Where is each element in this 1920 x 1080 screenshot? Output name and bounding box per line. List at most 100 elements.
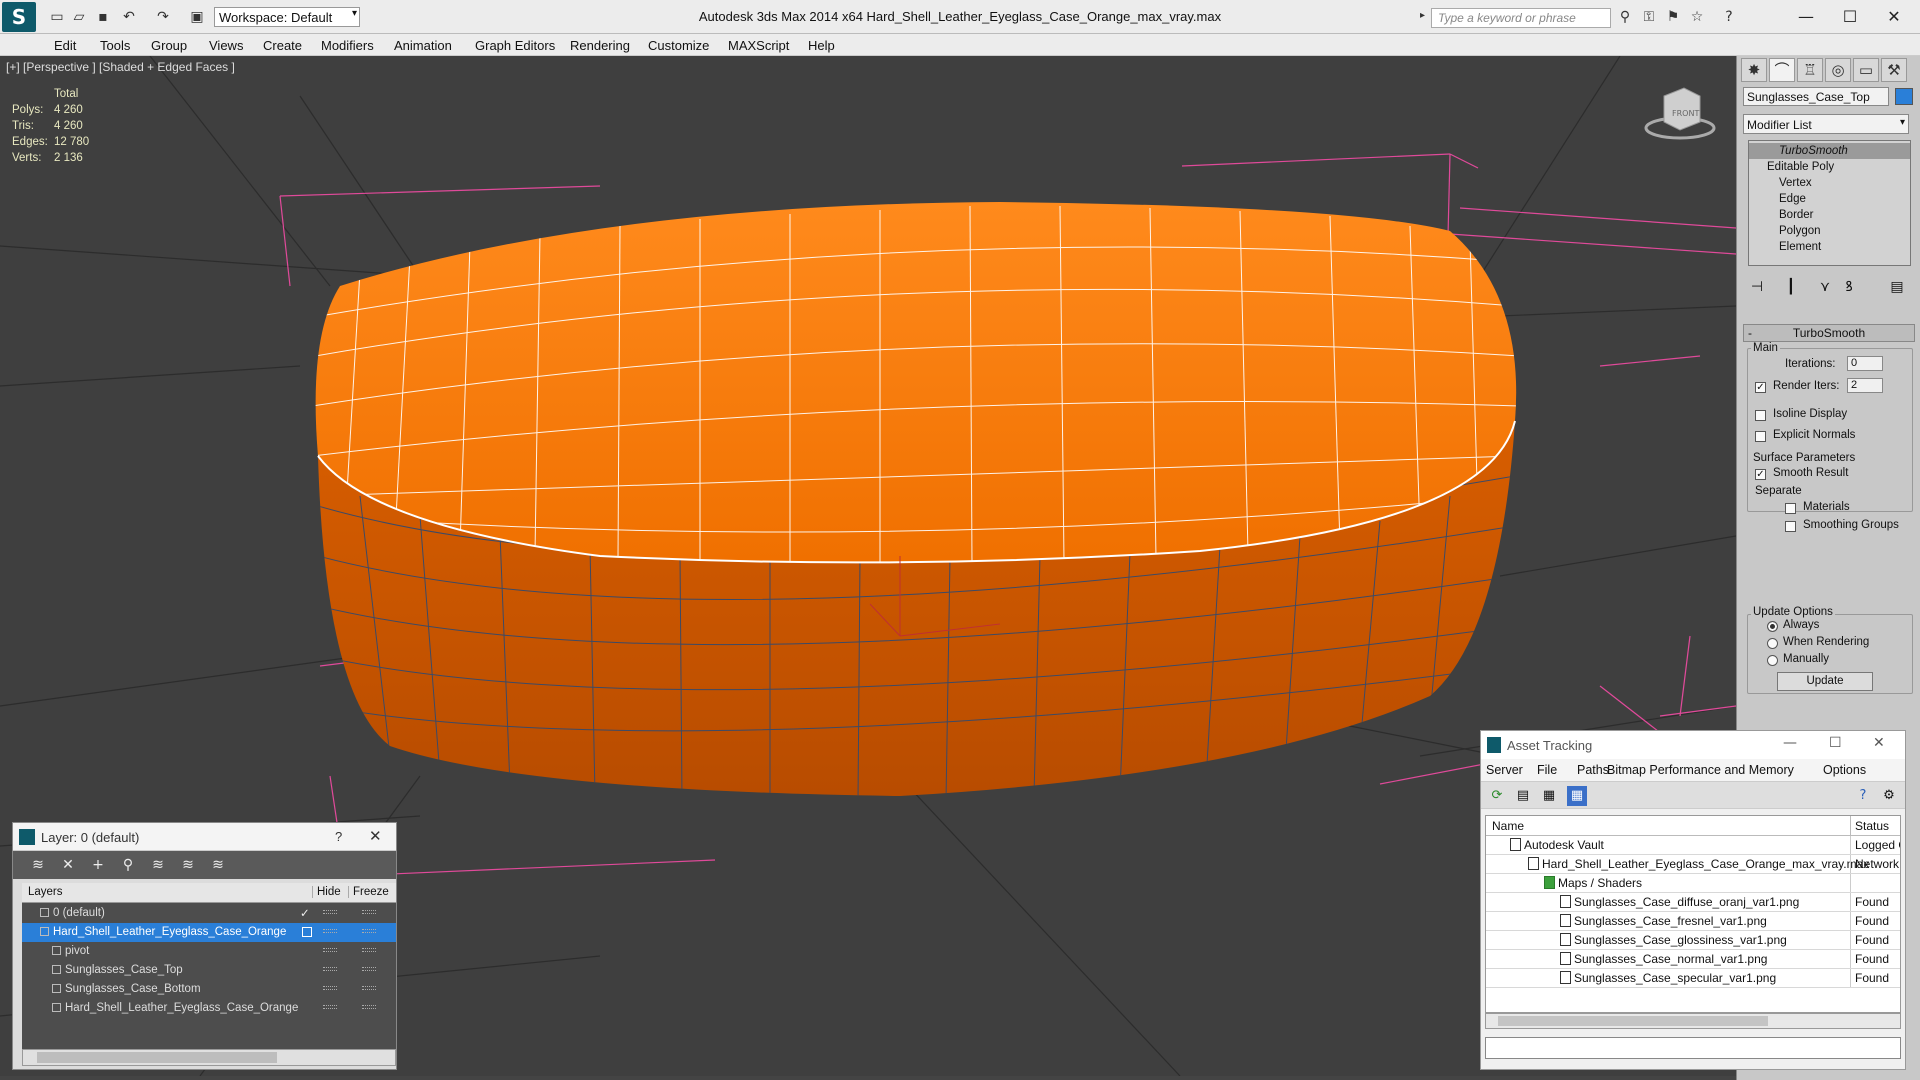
- menu-help[interactable]: Help: [808, 38, 835, 53]
- add-layer-icon[interactable]: +: [87, 855, 109, 875]
- stack-item-editable-poly[interactable]: Editable Poly: [1749, 159, 1910, 175]
- help-icon[interactable]: ?: [335, 829, 342, 844]
- update-button[interactable]: Update: [1777, 672, 1873, 691]
- hide-toggle[interactable]: [323, 1005, 337, 1009]
- asset-row[interactable]: Sunglasses_Case_glossiness_var1.png Found: [1486, 931, 1900, 950]
- grid-view-icon[interactable]: ▦: [1567, 786, 1587, 806]
- hide-toggle[interactable]: [323, 929, 337, 933]
- stack-item-edge[interactable]: Edge: [1749, 191, 1910, 207]
- select-objects-icon[interactable]: ⚲: [117, 855, 139, 875]
- asset-row[interactable]: Hard_Shell_Leather_Eyeglass_Case_Orange_…: [1486, 855, 1900, 874]
- freeze-toggle[interactable]: [362, 1005, 376, 1009]
- menu-file[interactable]: File: [1537, 763, 1557, 777]
- asset-row[interactable]: Sunglasses_Case_diffuse_oranj_var1.png Fo…: [1486, 893, 1900, 912]
- menu-create[interactable]: Create: [263, 38, 302, 53]
- status-column[interactable]: Status: [1850, 816, 1893, 835]
- always-radio[interactable]: [1767, 621, 1778, 632]
- maximize-icon[interactable]: ☐: [1830, 5, 1870, 29]
- asset-row[interactable]: Sunglasses_Case_specular_var1.png Found: [1486, 969, 1900, 988]
- case-top-mesh[interactable]: [315, 202, 1517, 563]
- show-end-result-icon[interactable]: ┃: [1779, 276, 1803, 298]
- stack-item-border[interactable]: Border: [1749, 207, 1910, 223]
- remove-modifier-icon[interactable]: ꝸ: [1837, 276, 1861, 298]
- explicit-normals-checkbox[interactable]: [1755, 431, 1766, 442]
- freeze-all-layers-icon[interactable]: ≋: [207, 855, 229, 875]
- viewcube[interactable]: FRONT: [1644, 87, 1716, 140]
- make-unique-icon[interactable]: ⋎: [1813, 276, 1837, 298]
- layer-row[interactable]: Hard_Shell_Leather_Eyeglass_Case_Orange: [22, 999, 396, 1018]
- manually-radio[interactable]: [1767, 655, 1778, 666]
- create-tab-icon[interactable]: ✸: [1741, 58, 1767, 82]
- layer-row[interactable]: 0 (default) ✓: [22, 904, 396, 923]
- hide-toggle[interactable]: [323, 910, 337, 914]
- menu-graph-editors[interactable]: Graph Editors: [475, 38, 555, 53]
- name-column[interactable]: Name: [1492, 819, 1524, 833]
- menu-tools[interactable]: Tools: [100, 38, 130, 53]
- isoline-display-checkbox[interactable]: [1755, 410, 1766, 421]
- configure-sets-icon[interactable]: ▤: [1885, 276, 1909, 298]
- subscription-icon[interactable]: ⚿: [1640, 8, 1658, 26]
- asset-row[interactable]: Sunglasses_Case_normal_var1.png Found: [1486, 950, 1900, 969]
- display-tab-icon[interactable]: ▭: [1853, 58, 1879, 82]
- favorites-star-icon[interactable]: ☆: [1688, 8, 1706, 26]
- menu-customize[interactable]: Customize: [648, 38, 709, 53]
- object-color-swatch[interactable]: [1895, 88, 1913, 105]
- settings-icon[interactable]: ⚙: [1879, 786, 1899, 806]
- scroll-thumb[interactable]: [1498, 1016, 1768, 1026]
- refresh-icon[interactable]: ⟳: [1487, 786, 1507, 806]
- maximize-icon[interactable]: ☐: [1829, 735, 1842, 751]
- menu-server[interactable]: Server: [1486, 763, 1523, 777]
- materials-checkbox[interactable]: [1785, 503, 1796, 514]
- layer-row[interactable]: Sunglasses_Case_Bottom: [22, 980, 396, 999]
- communication-icon[interactable]: ⚑: [1664, 8, 1682, 26]
- hide-toggle[interactable]: [323, 948, 337, 952]
- stack-item-element[interactable]: Element: [1749, 239, 1910, 255]
- stack-item-turbosmooth[interactable]: TurboSmooth: [1749, 143, 1910, 159]
- set-current-layer-icon[interactable]: [302, 927, 312, 937]
- hierarchy-tab-icon[interactable]: ♖: [1797, 58, 1823, 82]
- layer-row[interactable]: Hard_Shell_Leather_Eyeglass_Case_Orange: [22, 923, 396, 942]
- minimize-icon[interactable]: —: [1786, 5, 1826, 29]
- menu-options[interactable]: Options: [1823, 763, 1866, 777]
- close-icon[interactable]: ✕: [1874, 5, 1914, 29]
- asset-row[interactable]: Sunglasses_Case_fresnel_var1.png Found: [1486, 912, 1900, 931]
- hide-all-layers-icon[interactable]: ≋: [177, 855, 199, 875]
- expand-search-icon[interactable]: ▸: [1420, 10, 1425, 21]
- layer-row[interactable]: Sunglasses_Case_Top: [22, 961, 396, 980]
- modify-tab-icon[interactable]: ⌒: [1769, 58, 1795, 82]
- help-icon[interactable]: ?: [1853, 786, 1873, 806]
- freeze-toggle[interactable]: [362, 910, 376, 914]
- asset-row[interactable]: Maps / Shaders: [1486, 874, 1900, 893]
- menu-animation[interactable]: Animation: [394, 38, 452, 53]
- freeze-toggle[interactable]: [362, 986, 376, 990]
- table-view-icon[interactable]: ▦: [1539, 786, 1559, 806]
- layer-horizontal-scrollbar[interactable]: [22, 1049, 396, 1066]
- binoculars-icon[interactable]: ⚲: [1616, 8, 1634, 26]
- utilities-tab-icon[interactable]: ⚒: [1881, 58, 1907, 82]
- hide-toggle[interactable]: [323, 986, 337, 990]
- motion-tab-icon[interactable]: ◎: [1825, 58, 1851, 82]
- current-layer-check-icon[interactable]: ✓: [300, 904, 310, 923]
- stack-item-vertex[interactable]: Vertex: [1749, 175, 1910, 191]
- smooth-result-checkbox[interactable]: ✓: [1755, 469, 1766, 480]
- minimize-icon[interactable]: —: [1783, 735, 1797, 751]
- modifier-list-dropdown[interactable]: Modifier List ▾: [1743, 114, 1909, 134]
- delete-layer-icon[interactable]: ✕: [57, 855, 79, 875]
- layers-icon[interactable]: ≋: [27, 855, 49, 875]
- menu-modifiers[interactable]: Modifiers: [321, 38, 374, 53]
- menu-bitmap-performance[interactable]: Bitmap Performance and Memory: [1607, 763, 1794, 777]
- when-rendering-radio[interactable]: [1767, 638, 1778, 649]
- asset-row[interactable]: Autodesk Vault Logged Out: [1486, 836, 1900, 855]
- pin-stack-icon[interactable]: ⊣: [1745, 276, 1769, 298]
- render-iters-spinner[interactable]: 2: [1847, 378, 1883, 393]
- highlight-layer-icon[interactable]: ≋: [147, 855, 169, 875]
- help-icon[interactable]: ?: [1720, 8, 1738, 26]
- menu-paths[interactable]: Paths: [1577, 763, 1609, 777]
- render-iters-checkbox[interactable]: ✓: [1755, 382, 1766, 393]
- freeze-toggle[interactable]: [362, 967, 376, 971]
- close-icon[interactable]: ✕: [1873, 735, 1885, 751]
- freeze-toggle[interactable]: [362, 929, 376, 933]
- stack-item-polygon[interactable]: Polygon: [1749, 223, 1910, 239]
- menu-maxscript[interactable]: MAXScript: [728, 38, 789, 53]
- scroll-thumb[interactable]: [37, 1052, 277, 1063]
